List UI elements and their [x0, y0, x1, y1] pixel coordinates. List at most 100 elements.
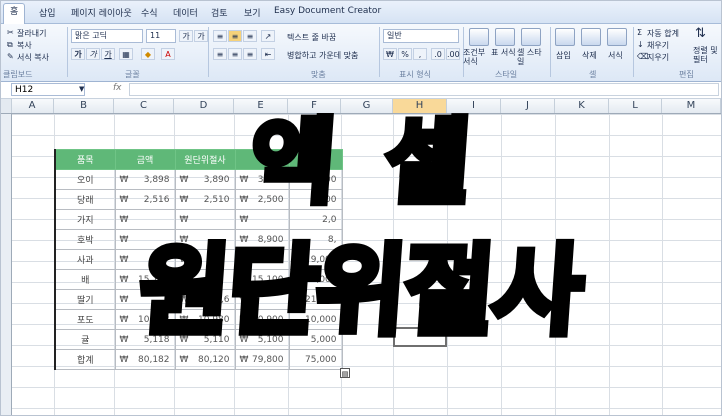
orientation-icon[interactable]: ↗: [261, 30, 275, 42]
value-cell[interactable]: ₩2,516: [114, 189, 176, 210]
value-cell[interactable]: ₩: [114, 229, 176, 250]
value-cell[interactable]: ₩10,980: [174, 309, 236, 330]
value-cell[interactable]: 5,000: [288, 329, 343, 350]
value-cell[interactable]: ₩80,120: [174, 349, 236, 370]
indent-icon[interactable]: ⇤: [261, 48, 275, 60]
increase-decimal-icon[interactable]: .0: [431, 48, 445, 60]
number-format-select[interactable]: 일반: [383, 29, 459, 43]
align-left-icon[interactable]: ≡: [213, 48, 227, 60]
sort-filter-button[interactable]: 정렬 및 필터: [693, 46, 719, 64]
value-cell[interactable]: ₩15,100: [234, 269, 290, 290]
border-icon[interactable]: ▦: [119, 48, 133, 60]
value-cell[interactable]: 9,000: [288, 249, 343, 270]
percent-icon[interactable]: %: [398, 48, 412, 60]
value-cell[interactable]: ₩: [174, 209, 236, 230]
fill-color-icon[interactable]: ◆: [141, 48, 155, 60]
shrink-font-button[interactable]: 가: [194, 30, 208, 42]
table-format-icon[interactable]: [495, 28, 515, 46]
value-cell[interactable]: ₩3,890: [174, 169, 236, 190]
format-painter-button[interactable]: 서식 복사: [17, 52, 49, 63]
value-cell[interactable]: 10,000: [288, 309, 343, 330]
grow-font-button[interactable]: 가: [179, 30, 193, 42]
underline-button[interactable]: 가: [101, 48, 115, 60]
wrap-text-button[interactable]: 텍스트 줄 바꿈: [287, 32, 336, 43]
value-cell[interactable]: 75,000: [288, 349, 343, 370]
value-cell[interactable]: ₩: [234, 209, 290, 230]
insert-button[interactable]: 삽입: [556, 50, 571, 61]
value-cell[interactable]: ₩: [174, 249, 236, 270]
item-name-cell[interactable]: 포도: [54, 309, 116, 330]
header-col-e[interactable]: [234, 149, 290, 170]
delete-button[interactable]: 삭제: [582, 50, 597, 61]
header-round-down[interactable]: 원단위절사: [174, 149, 236, 170]
tab-easy-document-creator[interactable]: Easy Document Creator: [274, 6, 381, 16]
item-name-cell[interactable]: 딸기: [54, 289, 116, 310]
column-header-b[interactable]: B: [54, 99, 114, 113]
tab-view[interactable]: 보기: [244, 6, 261, 19]
insert-cells-icon[interactable]: [555, 28, 575, 46]
clear-button[interactable]: 지우기: [647, 52, 669, 63]
format-button[interactable]: 서식: [608, 50, 623, 61]
fill-button[interactable]: 채우기: [647, 40, 669, 51]
column-header-a[interactable]: A: [11, 99, 54, 113]
tab-review[interactable]: 검토: [211, 6, 228, 19]
column-header-j[interactable]: J: [501, 99, 555, 113]
active-cell-h12[interactable]: [393, 327, 447, 347]
value-cell[interactable]: 8,: [288, 229, 343, 250]
decrease-decimal-icon[interactable]: .00: [446, 48, 460, 60]
item-name-cell[interactable]: 합계: [54, 349, 116, 370]
currency-icon[interactable]: ₩: [383, 48, 397, 60]
value-cell[interactable]: 2,000: [288, 189, 343, 210]
value-cell[interactable]: ₩10,900: [234, 309, 290, 330]
column-header-m[interactable]: M: [662, 99, 721, 113]
merge-center-button[interactable]: 병합하고 가운데 맞춤: [287, 50, 358, 61]
value-cell[interactable]: 2,0: [288, 209, 343, 230]
value-cell[interactable]: ₩: [234, 249, 290, 270]
value-cell[interactable]: ₩10,988: [114, 309, 176, 330]
item-name-cell[interactable]: 귤: [54, 329, 116, 350]
tab-insert[interactable]: 삽입: [39, 6, 56, 19]
autosum-button[interactable]: 자동 합계: [647, 28, 679, 39]
value-cell[interactable]: ₩: [114, 209, 176, 230]
value-cell[interactable]: ₩3,898: [114, 169, 176, 190]
cell-style-icon[interactable]: [521, 28, 541, 46]
value-cell[interactable]: ₩80,182: [114, 349, 176, 370]
column-header-h[interactable]: H: [393, 99, 447, 113]
function-icon[interactable]: fx: [113, 83, 122, 93]
item-name-cell[interactable]: 가지: [54, 209, 116, 230]
value-cell[interactable]: ₩15,133: [114, 269, 176, 290]
chevron-down-icon[interactable]: ▼: [79, 85, 84, 93]
item-name-cell[interactable]: 사과: [54, 249, 116, 270]
tab-formulas[interactable]: 수식: [141, 6, 158, 19]
value-cell[interactable]: ₩: [174, 269, 236, 290]
value-cell[interactable]: ₩8,900: [234, 229, 290, 250]
value-cell[interactable]: ₩21,6: [174, 289, 236, 310]
copy-button[interactable]: 복사: [17, 40, 32, 51]
format-cells-icon[interactable]: [607, 28, 627, 46]
align-top-icon[interactable]: ≡: [213, 30, 227, 42]
cut-button[interactable]: 잘라내기: [17, 28, 46, 39]
value-cell[interactable]: ₩: [114, 289, 176, 310]
value-cell[interactable]: ₩3,800: [234, 169, 290, 190]
value-cell[interactable]: 3,000: [288, 169, 343, 190]
align-right-icon[interactable]: ≡: [243, 48, 257, 60]
formula-input[interactable]: [129, 83, 719, 96]
value-cell[interactable]: ₩: [174, 229, 236, 250]
column-header-k[interactable]: K: [555, 99, 609, 113]
name-box[interactable]: H12: [11, 83, 85, 96]
value-cell[interactable]: 21,000: [288, 289, 343, 310]
align-center-icon[interactable]: ≡: [228, 48, 242, 60]
font-name-select[interactable]: 맑은 고딕: [71, 29, 143, 43]
column-header-f[interactable]: F: [288, 99, 341, 113]
value-cell[interactable]: ₩79,800: [234, 349, 290, 370]
header-col-f[interactable]: [288, 149, 343, 170]
column-header-d[interactable]: D: [174, 99, 234, 113]
delete-cells-icon[interactable]: [581, 28, 601, 46]
header-item[interactable]: 품목: [54, 149, 116, 170]
column-header-c[interactable]: C: [114, 99, 174, 113]
value-cell[interactable]: ₩2,500: [234, 189, 290, 210]
column-header-i[interactable]: I: [447, 99, 501, 113]
conditional-format-button[interactable]: 조건부 서식: [463, 48, 493, 66]
value-cell[interactable]: ₩5,110: [174, 329, 236, 350]
align-middle-icon[interactable]: ≡: [228, 30, 242, 42]
